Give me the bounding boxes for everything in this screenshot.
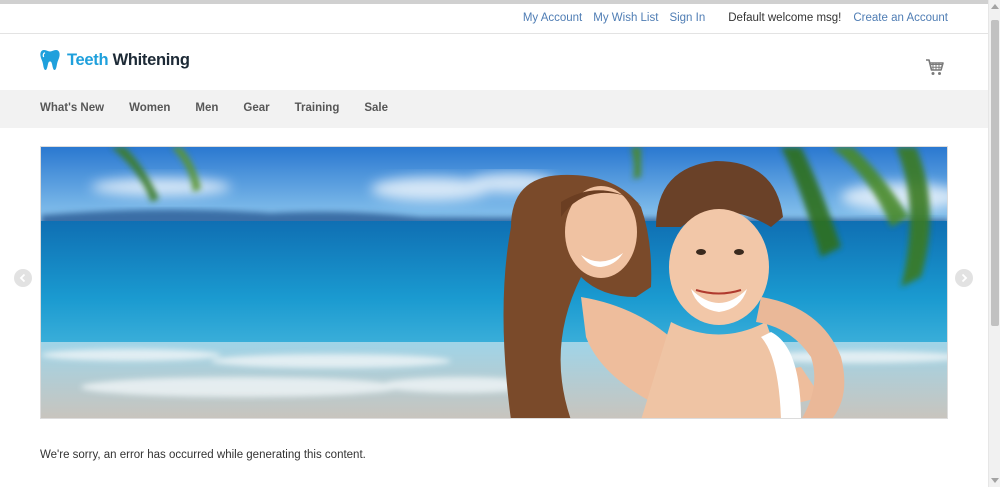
nav-item-men[interactable]: Men	[195, 102, 218, 114]
welcome-message: Default welcome msg!	[728, 12, 842, 24]
logo-word-teeth: Teeth	[67, 50, 109, 69]
sign-in-link[interactable]: Sign In	[669, 12, 705, 24]
vertical-scrollbar[interactable]	[988, 0, 1000, 487]
create-account-link[interactable]: Create an Account	[853, 12, 948, 24]
main-navigation: What's New Women Men Gear Training Sale	[0, 90, 988, 128]
shopping-cart-icon[interactable]	[925, 58, 945, 76]
my-account-link[interactable]: My Account	[523, 12, 582, 24]
scroll-up-arrow-icon[interactable]	[991, 4, 999, 9]
chevron-left-icon	[19, 273, 26, 283]
banner-image	[41, 147, 947, 418]
nav-item-sale[interactable]: Sale	[364, 102, 388, 114]
error-message: We're sorry, an error has occurred while…	[40, 449, 366, 461]
nav-item-women[interactable]: Women	[129, 102, 170, 114]
nav-item-whats-new[interactable]: What's New	[40, 102, 104, 114]
nav-item-gear[interactable]: Gear	[243, 102, 269, 114]
my-wish-list-link[interactable]: My Wish List	[593, 12, 658, 24]
logo-text: Teeth Whitening	[67, 51, 190, 70]
top-bar: My Account My Wish List Sign In Default …	[0, 0, 988, 34]
scrollbar-thumb[interactable]	[991, 20, 999, 326]
logo-word-whitening: Whitening	[112, 50, 190, 69]
slider-next-button[interactable]	[955, 269, 973, 287]
tooth-icon	[40, 50, 60, 70]
header: Teeth Whitening	[0, 34, 988, 90]
hero-banner-slider[interactable]	[40, 146, 948, 419]
scroll-down-arrow-icon[interactable]	[991, 478, 999, 483]
top-links: My Account My Wish List Sign In Default …	[512, 12, 948, 24]
site-logo[interactable]: Teeth Whitening	[40, 49, 190, 71]
nav-item-training[interactable]: Training	[295, 102, 340, 114]
slider-prev-button[interactable]	[14, 269, 32, 287]
chevron-right-icon	[961, 273, 968, 283]
